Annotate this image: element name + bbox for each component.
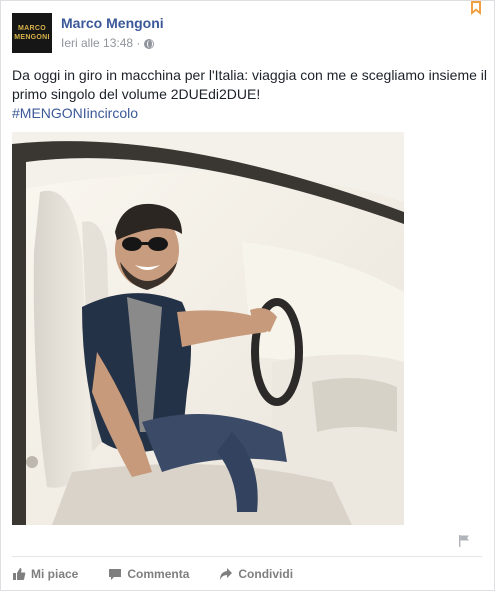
avatar-line-1: MARCO — [18, 25, 46, 32]
avatar[interactable]: MARCO MENGONI — [12, 13, 52, 53]
hashtag-link[interactable]: #MENGONIincircolo — [12, 104, 487, 123]
post-body: Da oggi in giro in macchina per l'Italia… — [12, 67, 488, 102]
like-button[interactable]: Mi piace — [12, 567, 78, 581]
like-label: Mi piace — [31, 567, 79, 581]
divider — [12, 556, 482, 557]
comment-label: Commenta — [127, 567, 190, 581]
thumbs-up-icon — [13, 568, 26, 580]
action-bar: Mi piace Commenta Condividi — [12, 564, 323, 584]
post-meta: Ieri alle 13:48 · — [61, 36, 155, 51]
share-icon — [220, 568, 233, 580]
bookmark-icon[interactable] — [471, 1, 481, 15]
share-label: Condividi — [238, 567, 294, 581]
post-text: Da oggi in giro in macchina per l'Italia… — [12, 66, 487, 123]
comment-icon — [109, 569, 122, 580]
globe-icon[interactable] — [144, 38, 155, 49]
post-photo[interactable] — [12, 132, 404, 525]
timestamp[interactable]: Ieri alle 13:48 · — [61, 36, 140, 51]
flag-icon[interactable] — [457, 534, 471, 548]
avatar-line-2: MENGONI — [14, 34, 50, 41]
comment-button[interactable]: Commenta — [108, 567, 189, 581]
author-name[interactable]: Marco Mengoni — [61, 14, 164, 32]
post-card: MARCO MENGONI Marco Mengoni Ieri alle 13… — [0, 0, 495, 591]
share-button[interactable]: Condividi — [219, 567, 293, 581]
